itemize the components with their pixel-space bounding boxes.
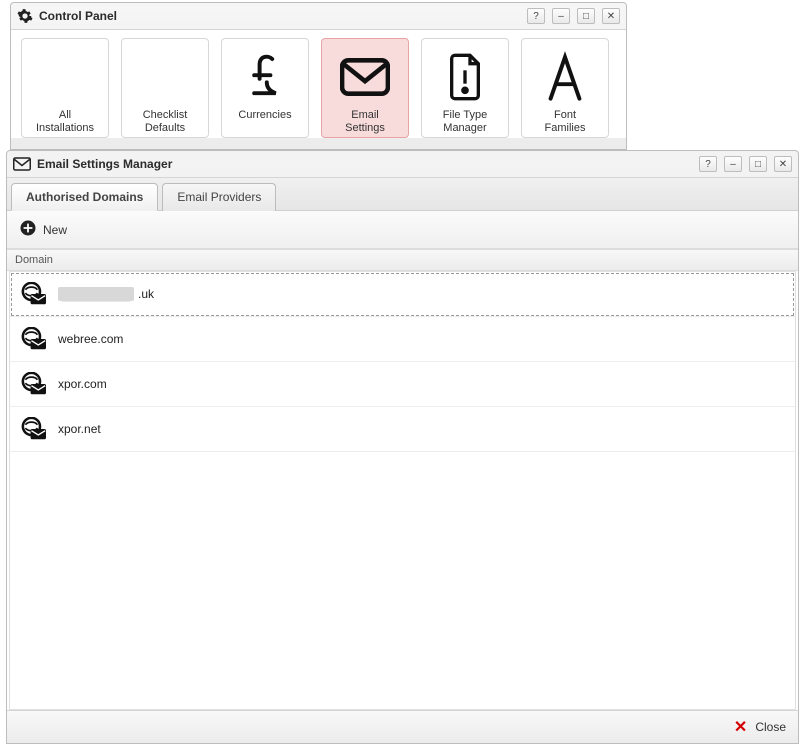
tile-email-settings[interactable]: Email Settings bbox=[321, 38, 409, 138]
column-header-domain[interactable]: Domain bbox=[7, 249, 798, 271]
domain-icon bbox=[20, 417, 48, 441]
table-row[interactable]: xpor.net bbox=[10, 407, 795, 452]
control-panel-body: All Installations Checklist Defaults Curre… bbox=[11, 29, 626, 138]
tile-label: Font Families bbox=[522, 109, 608, 135]
tab-email-providers[interactable]: Email Providers bbox=[162, 183, 276, 211]
email-settings-footer: ✕ Close bbox=[7, 710, 798, 743]
email-settings-body: Authorised DomainsEmail Providers New Do… bbox=[7, 177, 798, 743]
maximize-button[interactable]: □ bbox=[577, 8, 595, 24]
control-panel-window: Control Panel ? – □ ✕ All Installations C… bbox=[10, 2, 627, 150]
new-button-label: New bbox=[43, 223, 67, 237]
help-button[interactable]: ? bbox=[527, 8, 545, 24]
gear-icon bbox=[17, 8, 33, 24]
email-settings-title: Email Settings Manager bbox=[37, 157, 172, 171]
control-panel-titlebar: Control Panel ? – □ ✕ bbox=[11, 3, 626, 29]
letter-a-icon bbox=[522, 45, 608, 109]
tile-label: Currencies bbox=[222, 109, 308, 135]
pound-icon bbox=[222, 45, 308, 109]
tile-currencies[interactable]: Currencies bbox=[221, 38, 309, 138]
tile-label: Email Settings bbox=[322, 109, 408, 135]
plus-circle-icon bbox=[19, 219, 37, 240]
control-panel-title: Control Panel bbox=[39, 9, 117, 23]
blank-icon bbox=[22, 45, 108, 109]
help-button[interactable]: ? bbox=[699, 156, 717, 172]
tile-font-families[interactable]: Font Families bbox=[521, 38, 609, 138]
domain-icon bbox=[20, 372, 48, 396]
maximize-button[interactable]: □ bbox=[749, 156, 767, 172]
domain-suffix: .uk bbox=[138, 287, 154, 301]
domain-text: webree.com bbox=[58, 332, 123, 346]
tile-label: All Installations bbox=[22, 109, 108, 135]
new-button[interactable]: New bbox=[15, 217, 71, 242]
envelope-icon bbox=[13, 157, 31, 171]
tile-checklist-defaults[interactable]: Checklist Defaults bbox=[121, 38, 209, 138]
blank-icon bbox=[122, 45, 208, 109]
close-button[interactable]: ✕ bbox=[774, 156, 792, 172]
minimize-button[interactable]: – bbox=[552, 8, 570, 24]
email-settings-window: Email Settings Manager ? – □ ✕ Authorise… bbox=[6, 150, 799, 744]
tile-all-installations[interactable]: All Installations bbox=[21, 38, 109, 138]
tab-authorised-domains[interactable]: Authorised Domains bbox=[11, 183, 158, 211]
domain-icon bbox=[20, 282, 48, 306]
tile-label: Checklist Defaults bbox=[122, 109, 208, 135]
domain-grid: ████████ .uk webree.com xpor.com xpor.net bbox=[9, 271, 796, 710]
domain-icon bbox=[20, 327, 48, 351]
email-settings-titlebar: Email Settings Manager ? – □ ✕ bbox=[7, 151, 798, 177]
domain-text: ████████ bbox=[58, 287, 134, 301]
domain-text: xpor.com bbox=[58, 377, 107, 391]
table-row[interactable]: ████████ .uk bbox=[10, 272, 795, 317]
toolbar: New bbox=[7, 211, 798, 249]
domain-text: xpor.net bbox=[58, 422, 101, 436]
envelope-icon bbox=[322, 45, 408, 109]
footer-close-button[interactable]: ✕ Close bbox=[734, 717, 786, 737]
footer-close-label: Close bbox=[755, 720, 786, 734]
table-row[interactable]: webree.com bbox=[10, 317, 795, 362]
minimize-button[interactable]: – bbox=[724, 156, 742, 172]
tile-label: File Type Manager bbox=[422, 109, 508, 135]
close-button[interactable]: ✕ bbox=[602, 8, 620, 24]
close-icon: ✕ bbox=[734, 717, 747, 737]
tile-file-type-manager[interactable]: File Type Manager bbox=[421, 38, 509, 138]
file-warning-icon bbox=[422, 45, 508, 109]
table-row[interactable]: xpor.com bbox=[10, 362, 795, 407]
tabbar: Authorised DomainsEmail Providers bbox=[7, 178, 798, 211]
